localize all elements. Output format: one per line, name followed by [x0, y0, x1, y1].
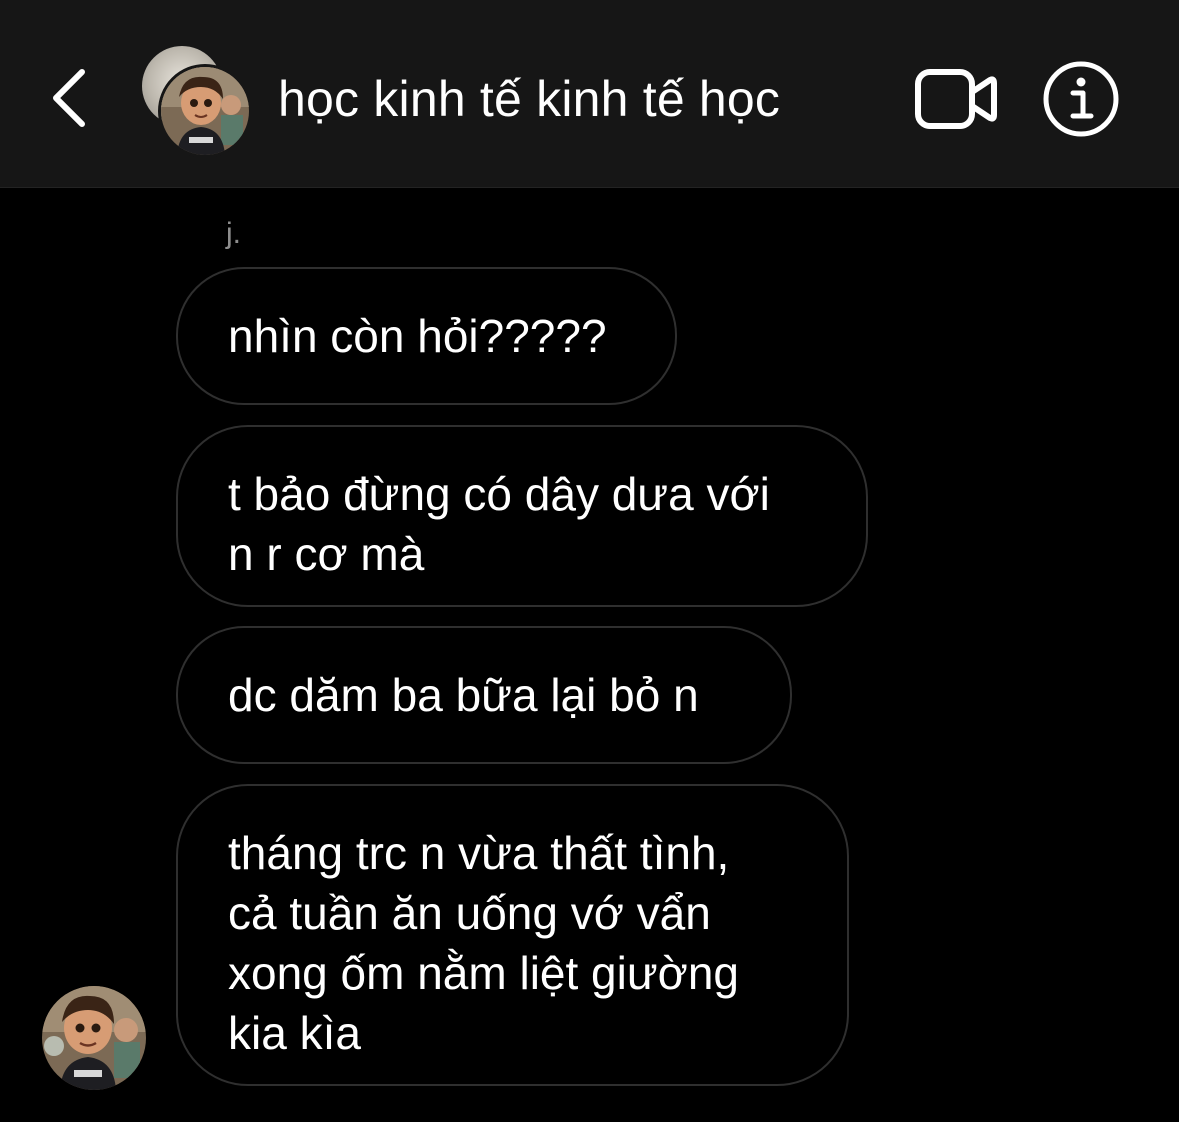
back-button[interactable]	[40, 62, 100, 134]
info-icon	[1043, 61, 1119, 137]
chevron-left-icon	[53, 69, 85, 127]
chat-header: học kinh tế kinh tế học	[0, 0, 1179, 188]
chat-title[interactable]: học kinh tế kinh tế học	[278, 66, 780, 132]
sender-name: j.	[226, 217, 241, 250]
message-text: dc dăm ba bữa lại bỏ n	[228, 669, 699, 721]
message-bubble[interactable]: t bảo đừng có dây dưa với n r cơ mà	[176, 425, 868, 607]
message-bubble[interactable]: nhìn còn hỏi?????	[176, 267, 677, 405]
message-bubble[interactable]: dc dăm ba bữa lại bỏ n	[176, 626, 792, 764]
message-bubble[interactable]: tháng trc n vừa thất tình, cả tuần ăn uố…	[176, 784, 849, 1086]
message-text: xong ốm nằm liệt giường	[228, 947, 739, 999]
sender-avatar[interactable]	[42, 986, 146, 1090]
message-text: n r cơ mà	[228, 528, 425, 580]
message-text: kia kìa	[228, 1007, 361, 1059]
message-text: tháng trc n vừa thất tình,	[228, 827, 730, 879]
group-avatar[interactable]	[142, 46, 252, 158]
video-call-button[interactable]	[914, 66, 998, 132]
video-camera-icon	[915, 69, 997, 129]
message-text: cả tuần ăn uống vớ vẩn	[228, 887, 711, 939]
member-avatar-primary	[158, 64, 252, 158]
info-button[interactable]	[1042, 60, 1120, 138]
message-text: nhìn còn hỏi?????	[228, 310, 607, 362]
message-text: t bảo đừng có dây dưa với	[228, 468, 770, 520]
